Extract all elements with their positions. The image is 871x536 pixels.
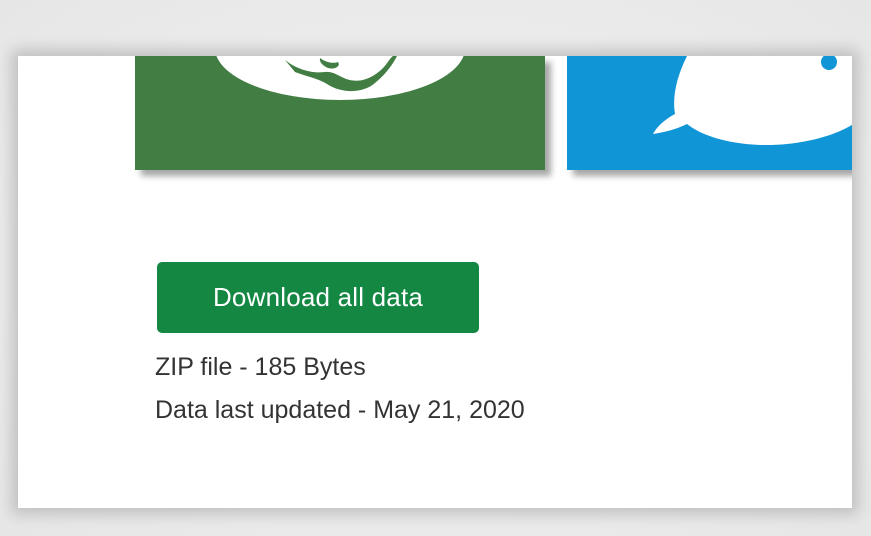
file-info-text: ZIP file - 185 Bytes: [155, 353, 366, 381]
globe-icon: [135, 56, 545, 170]
blue-dataset-tile[interactable]: [567, 56, 852, 170]
green-dataset-tile[interactable]: [135, 56, 545, 170]
screenshot-stage: Download all data ZIP file - 185 Bytes D…: [0, 0, 871, 536]
speech-bubble-icon: [567, 56, 852, 170]
download-all-data-button[interactable]: Download all data: [157, 262, 479, 333]
last-updated-text: Data last updated - May 21, 2020: [155, 396, 525, 424]
dataset-panel: Download all data ZIP file - 185 Bytes D…: [18, 56, 852, 508]
